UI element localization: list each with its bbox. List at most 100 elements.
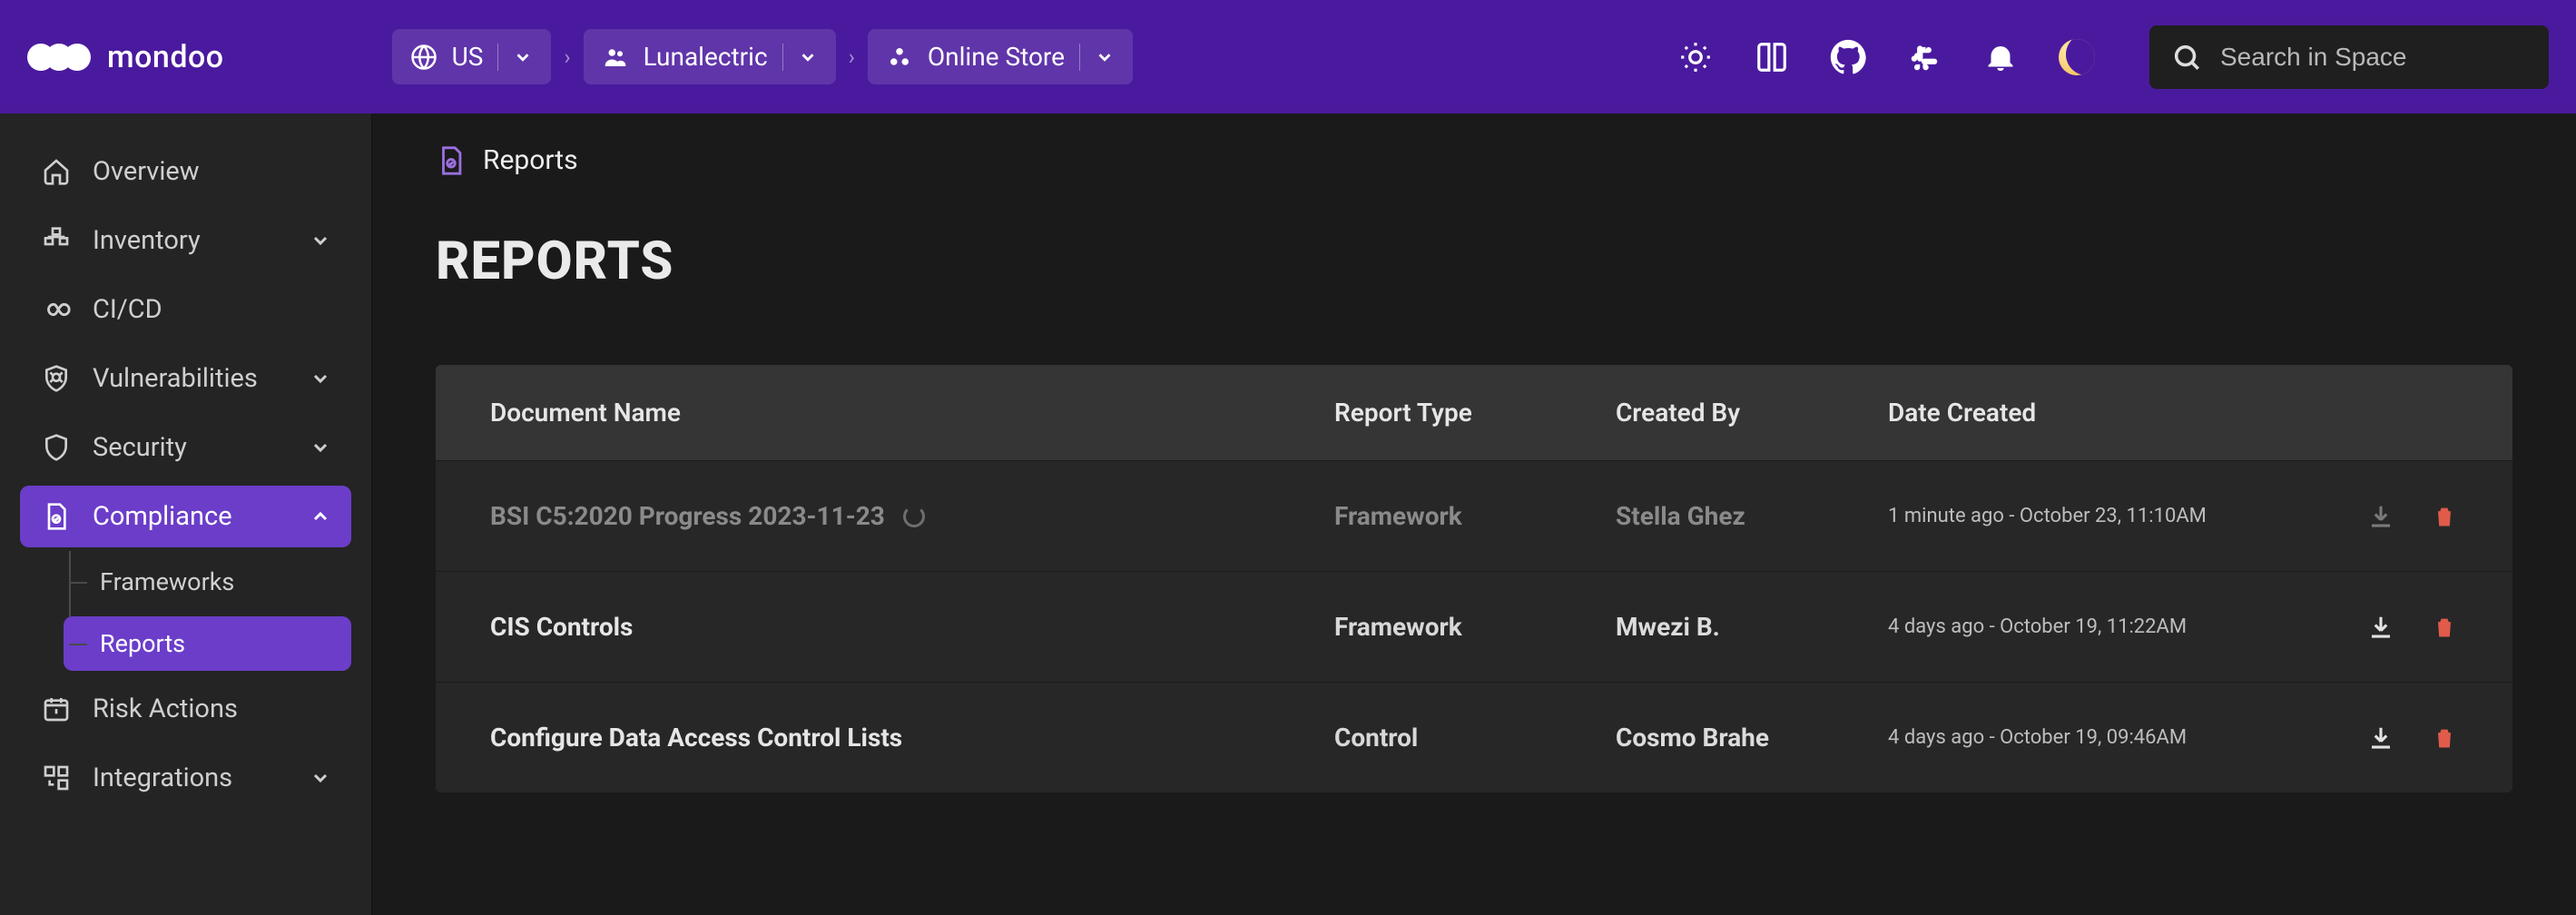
breadcrumb: US › Lunalectric › Online Store [392,29,1133,84]
compliance-subitems: Frameworks Reports [64,555,351,671]
sidebar-subitem-reports[interactable]: Reports [64,616,351,671]
brand-logo[interactable]: mondoo [27,39,224,75]
delete-button[interactable] [2431,614,2458,641]
sidebar-item-label: Overview [93,156,200,187]
org-label: Lunalectric [644,42,768,72]
sidebar-item-label: Compliance [93,501,232,532]
integrations-icon [40,762,73,794]
space-selector[interactable]: Online Store [868,29,1133,84]
app-header: mondoo US › Lunalectric › [0,0,2576,113]
region-selector[interactable]: US [392,29,552,84]
download-button[interactable] [2367,503,2394,530]
sidebar-subitem-frameworks[interactable]: Frameworks [64,555,351,609]
github-icon[interactable] [1830,39,1866,75]
divider [497,44,498,71]
breadcrumb-separator: › [849,44,855,70]
space-icon [886,44,913,71]
chevron-down-icon [798,47,818,67]
page-breadcrumb-label: Reports [483,144,578,176]
sidebar-item-overview[interactable]: Overview [20,141,351,202]
chevron-up-icon [310,506,331,527]
cell-creator: Mwezi B. [1616,612,1888,642]
page-title: REPORTS [436,231,2512,292]
sidebar-subitem-label: Reports [100,629,185,658]
chevron-down-icon [310,437,331,458]
chevron-down-icon [310,767,331,789]
table-header: Document Name Report Type Created By Dat… [436,365,2512,460]
search-input[interactable] [2220,43,2527,72]
compliance-icon [40,500,73,533]
sidebar-item-risk-actions[interactable]: Risk Actions [20,678,351,740]
infinity-icon [40,293,73,326]
chevron-down-icon [1095,47,1115,67]
chevron-down-icon [310,230,331,251]
brand-name: mondoo [107,39,224,75]
org-selector[interactable]: Lunalectric [584,29,836,84]
cell-document: Configure Data Access Control Lists [490,723,902,753]
breadcrumb-separator: › [564,44,570,70]
sidebar-item-cicd[interactable]: CI/CD [20,279,351,340]
sidebar-item-security[interactable]: Security [20,417,351,478]
sidebar-item-label: Inventory [93,225,201,256]
calendar-alert-icon [40,693,73,725]
user-avatar[interactable] [2059,39,2095,75]
page-breadcrumb: Reports [436,144,2512,176]
people-icon [602,44,629,71]
spinner-icon [903,506,925,527]
search-icon [2171,42,2202,73]
search-box[interactable] [2149,25,2549,89]
cell-document: BSI C5:2020 Progress 2023-11-23 [490,501,885,531]
globe-icon [410,44,438,71]
shield-icon [40,431,73,464]
sidebar: Overview Inventory CI/CD Vulnerabilities [0,113,372,915]
home-icon [40,155,73,188]
delete-button[interactable] [2431,724,2458,752]
docs-icon[interactable] [1754,39,1790,75]
cell-date: 4 days ago - October 19, 09:46AM [1888,726,2342,749]
space-label: Online Store [928,42,1065,72]
cell-type: Control [1334,723,1616,753]
reports-icon [436,145,467,176]
header-creator: Created By [1616,398,1888,428]
cell-type: Framework [1334,501,1616,531]
table-row[interactable]: BSI C5:2020 Progress 2023-11-23 Framewor… [436,460,2512,571]
cell-document: CIS Controls [490,612,633,642]
region-label: US [452,42,484,72]
chevron-down-icon [513,47,533,67]
sidebar-subitem-label: Frameworks [100,567,234,596]
sidebar-item-label: Risk Actions [93,694,238,724]
cell-creator: Cosmo Brahe [1616,723,1888,753]
header-document: Document Name [490,398,1334,428]
download-button[interactable] [2367,724,2394,752]
header-date: Date Created [1888,398,2342,428]
notifications-icon[interactable] [1982,39,2019,75]
header-type: Report Type [1334,398,1616,428]
cell-date: 1 minute ago - October 23, 11:10AM [1888,505,2342,527]
sidebar-item-compliance[interactable]: Compliance [20,486,351,547]
divider [1079,44,1080,71]
table-row[interactable]: Configure Data Access Control Lists Cont… [436,682,2512,792]
sidebar-item-label: Vulnerabilities [93,363,258,394]
cell-type: Framework [1334,612,1616,642]
download-button[interactable] [2367,614,2394,641]
main-content: Reports REPORTS Document Name Report Typ… [372,113,2576,915]
cell-creator: Stella Ghez [1616,501,1888,531]
sidebar-item-inventory[interactable]: Inventory [20,210,351,271]
reports-table: Document Name Report Type Created By Dat… [436,365,2512,792]
bug-shield-icon [40,362,73,395]
divider [782,44,783,71]
table-row[interactable]: CIS Controls Framework Mwezi B. 4 days a… [436,571,2512,682]
delete-button[interactable] [2431,503,2458,530]
slack-icon[interactable] [1906,39,1942,75]
logo-icon [27,44,91,71]
header-actions [1677,39,2095,75]
theme-toggle-icon[interactable] [1677,39,1714,75]
sidebar-item-integrations[interactable]: Integrations [20,747,351,809]
cell-date: 4 days ago - October 19, 11:22AM [1888,615,2342,638]
sidebar-item-label: CI/CD [93,294,162,325]
sidebar-item-label: Integrations [93,762,232,793]
sidebar-item-vulnerabilities[interactable]: Vulnerabilities [20,348,351,409]
inventory-icon [40,224,73,257]
sidebar-item-label: Security [93,432,187,463]
chevron-down-icon [310,368,331,389]
